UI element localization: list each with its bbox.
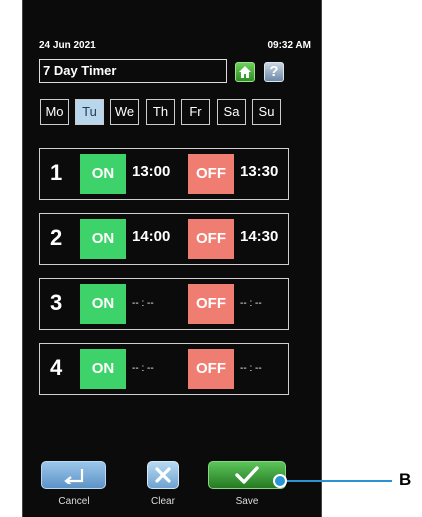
off-time[interactable]: -- : -- [240, 298, 262, 309]
slot-number: 1 [50, 160, 63, 185]
timer-slot-3: 3 ON -- : -- OFF -- : -- [39, 278, 289, 330]
on-time[interactable]: 13:00 [132, 163, 170, 180]
clear-button[interactable] [147, 461, 179, 489]
question-icon: ? [269, 63, 279, 80]
on-button[interactable]: ON [80, 284, 126, 324]
home-button[interactable] [235, 62, 255, 82]
page-title: 7 Day Timer [39, 59, 227, 83]
on-time[interactable]: 14:00 [132, 228, 170, 245]
on-button[interactable]: ON [80, 349, 126, 389]
off-button[interactable]: OFF [188, 349, 234, 389]
cancel-button[interactable] [41, 461, 106, 489]
clear-label: Clear [151, 496, 175, 507]
day-we[interactable]: We [110, 99, 139, 125]
slot-number: 4 [50, 355, 63, 380]
off-time[interactable]: 14:30 [240, 228, 278, 245]
off-button[interactable]: OFF [188, 154, 234, 194]
callout-label: B [399, 470, 412, 489]
on-button[interactable]: ON [80, 154, 126, 194]
callout-marker [273, 474, 287, 488]
day-fr[interactable]: Fr [181, 99, 210, 125]
save-label: Save [235, 496, 259, 507]
undo-arrow-icon [63, 469, 83, 484]
checkmark-icon [235, 466, 259, 484]
off-button[interactable]: OFF [188, 284, 234, 324]
date-readout: 24 Jun 2021 [39, 40, 96, 51]
x-icon [155, 467, 171, 483]
day-mo[interactable]: Mo [40, 99, 69, 125]
callout-line [280, 480, 392, 482]
on-time[interactable]: -- : -- [132, 363, 154, 374]
day-sa[interactable]: Sa [217, 99, 246, 125]
cancel-label: Cancel [58, 496, 90, 507]
off-button[interactable]: OFF [188, 219, 234, 259]
slot-number: 2 [50, 225, 63, 250]
timer-slot-2: 2 ON 14:00 OFF 14:30 [39, 213, 289, 265]
day-th[interactable]: Th [146, 99, 175, 125]
device-frame: 24 Jun 2021 09:32 AM 7 Day Timer ? Mo Tu… [22, 0, 322, 517]
slot-number: 3 [50, 290, 63, 315]
timer-slot-4: 4 ON -- : -- OFF -- : -- [39, 343, 289, 395]
day-su[interactable]: Su [252, 99, 281, 125]
on-button[interactable]: ON [80, 219, 126, 259]
off-time[interactable]: -- : -- [240, 363, 262, 374]
timer-screen: 24 Jun 2021 09:32 AM 7 Day Timer ? Mo Tu… [35, 30, 311, 517]
off-time[interactable]: 13:30 [240, 163, 278, 180]
home-icon [239, 66, 251, 78]
day-tu[interactable]: Tu [75, 99, 104, 125]
help-button[interactable]: ? [264, 62, 284, 82]
timer-slot-1: 1 ON 13:00 OFF 13:30 [39, 148, 289, 200]
on-time[interactable]: -- : -- [132, 298, 154, 309]
time-readout: 09:32 AM [267, 40, 311, 51]
